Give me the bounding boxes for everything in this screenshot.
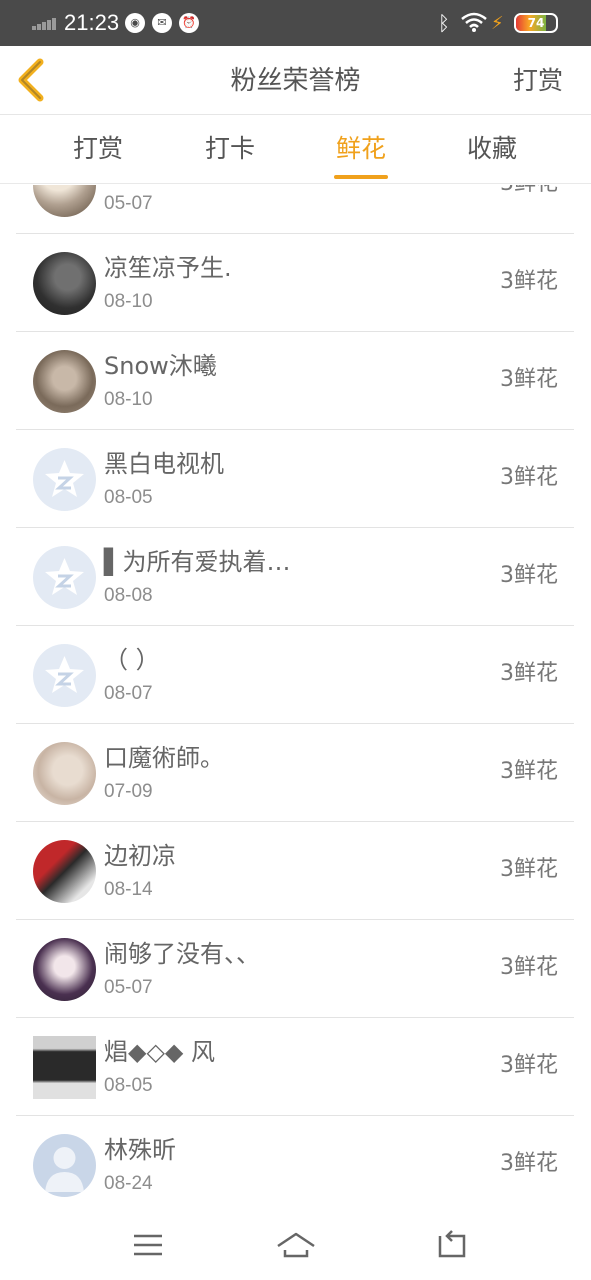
signal-icon bbox=[32, 18, 56, 30]
reward-button[interactable]: 打赏 bbox=[513, 64, 563, 98]
return-icon bbox=[438, 1230, 466, 1258]
page-title: 粉丝荣誉榜 bbox=[230, 66, 361, 96]
back-nav-button[interactable] bbox=[432, 1228, 472, 1262]
avatar bbox=[33, 252, 96, 315]
fan-list[interactable]: 05-07 3鲜花 凉笙凉予生. 08-10 3鲜花 Snow沐曦 08-10 … bbox=[0, 185, 591, 1209]
wifi-icon bbox=[461, 11, 487, 38]
date: 08-24 bbox=[104, 1173, 153, 1194]
date: 08-14 bbox=[104, 879, 153, 900]
flower-count: 3鲜花 bbox=[500, 955, 558, 980]
date: 07-09 bbox=[104, 781, 153, 802]
date: 08-05 bbox=[104, 487, 153, 508]
user-name: 凉笙凉予生. bbox=[104, 254, 232, 282]
flower-count: 3鲜花 bbox=[500, 661, 558, 686]
list-item[interactable]: 林殊昕 08-24 3鲜花 bbox=[16, 1116, 574, 1209]
list-item[interactable]: Snow沐曦 08-10 3鲜花 bbox=[16, 332, 574, 430]
home-icon bbox=[277, 1232, 315, 1258]
user-name: 口魔術師。 bbox=[104, 744, 224, 772]
flower-count: 3鲜花 bbox=[500, 1151, 558, 1176]
home-button[interactable] bbox=[276, 1228, 316, 1262]
user-name: 闹够了没有、、 bbox=[104, 940, 260, 968]
user-name: 黑白电视机 bbox=[104, 450, 224, 478]
flower-count: 3鲜花 bbox=[500, 269, 558, 294]
default-avatar-icon bbox=[33, 546, 96, 609]
default-person-avatar-icon bbox=[33, 1134, 96, 1197]
status-time: 21:23 bbox=[64, 10, 120, 35]
list-item[interactable]: 口魔術師。 07-09 3鲜花 bbox=[16, 724, 574, 822]
date: 08-07 bbox=[104, 683, 153, 704]
list-item[interactable]: 黑白电视机 08-05 3鲜花 bbox=[16, 430, 574, 528]
flower-count: 3鲜花 bbox=[500, 465, 558, 490]
user-name: Snow沐曦 bbox=[104, 352, 217, 380]
date: 05-07 bbox=[104, 193, 153, 214]
user-name: ▌为所有爱执着… bbox=[104, 548, 291, 576]
list-item[interactable]: ▌为所有爱执着… 08-08 3鲜花 bbox=[16, 528, 574, 626]
system-nav-bar bbox=[0, 1210, 591, 1280]
status-bar: 21:23 ◉ ✉ ⏰ ᛒ ⚡ 74 bbox=[0, 0, 591, 46]
flower-count: 3鲜花 bbox=[500, 185, 558, 199]
avatar bbox=[33, 350, 96, 413]
user-name: 林殊昕 bbox=[104, 1136, 176, 1164]
menu-button[interactable] bbox=[128, 1228, 168, 1262]
avatar bbox=[33, 185, 96, 217]
date: 05-07 bbox=[104, 977, 153, 998]
tab-checkin[interactable]: 打卡 bbox=[185, 132, 275, 166]
tab-flowers[interactable]: 鲜花 bbox=[316, 132, 406, 166]
list-item[interactable]: 闹够了没有、、 05-07 3鲜花 bbox=[16, 920, 574, 1018]
tab-reward[interactable]: 打赏 bbox=[53, 132, 143, 166]
list-item[interactable]: 边初凉 08-14 3鲜花 bbox=[16, 822, 574, 920]
date: 08-10 bbox=[104, 291, 153, 312]
flower-count: 3鲜花 bbox=[500, 367, 558, 392]
flower-count: 3鲜花 bbox=[500, 563, 558, 588]
user-name: 焻◆◇◆ 风 bbox=[104, 1038, 215, 1066]
default-avatar-icon bbox=[33, 448, 96, 511]
avatar bbox=[33, 938, 96, 1001]
avatar bbox=[33, 1036, 96, 1099]
bluetooth-icon: ᛒ bbox=[438, 11, 450, 35]
wechat-icon: ✉ bbox=[152, 13, 172, 33]
tab-favorites[interactable]: 收藏 bbox=[447, 132, 537, 166]
default-avatar-icon bbox=[33, 644, 96, 707]
charging-icon: ⚡ bbox=[491, 13, 504, 34]
avatar bbox=[33, 840, 96, 903]
user-name: （ ） bbox=[104, 646, 160, 674]
flower-count: 3鲜花 bbox=[500, 1053, 558, 1078]
avatar bbox=[33, 742, 96, 805]
notification-icon: ◉ bbox=[125, 13, 145, 33]
flower-count: 3鲜花 bbox=[500, 759, 558, 784]
date: 08-05 bbox=[104, 1075, 153, 1096]
alarm-icon: ⏰ bbox=[179, 13, 199, 33]
user-name: 边初凉 bbox=[104, 842, 176, 870]
flower-count: 3鲜花 bbox=[500, 857, 558, 882]
date: 08-08 bbox=[104, 585, 153, 606]
battery-level: 74 bbox=[527, 16, 545, 30]
list-item[interactable]: （ ） 08-07 3鲜花 bbox=[16, 626, 574, 724]
list-item[interactable]: 焻◆◇◆ 风 08-05 3鲜花 bbox=[16, 1018, 574, 1116]
tab-bar: 打赏 打卡 鲜花 收藏 bbox=[0, 115, 591, 184]
active-tab-indicator bbox=[334, 175, 388, 179]
date: 08-10 bbox=[104, 389, 153, 410]
header: 粉丝荣誉榜 打赏 bbox=[0, 46, 591, 115]
menu-icon bbox=[134, 1234, 162, 1256]
battery-icon: 74 bbox=[514, 13, 558, 33]
list-item[interactable]: 凉笙凉予生. 08-10 3鲜花 bbox=[16, 234, 574, 332]
list-item[interactable]: 05-07 3鲜花 bbox=[16, 185, 574, 234]
